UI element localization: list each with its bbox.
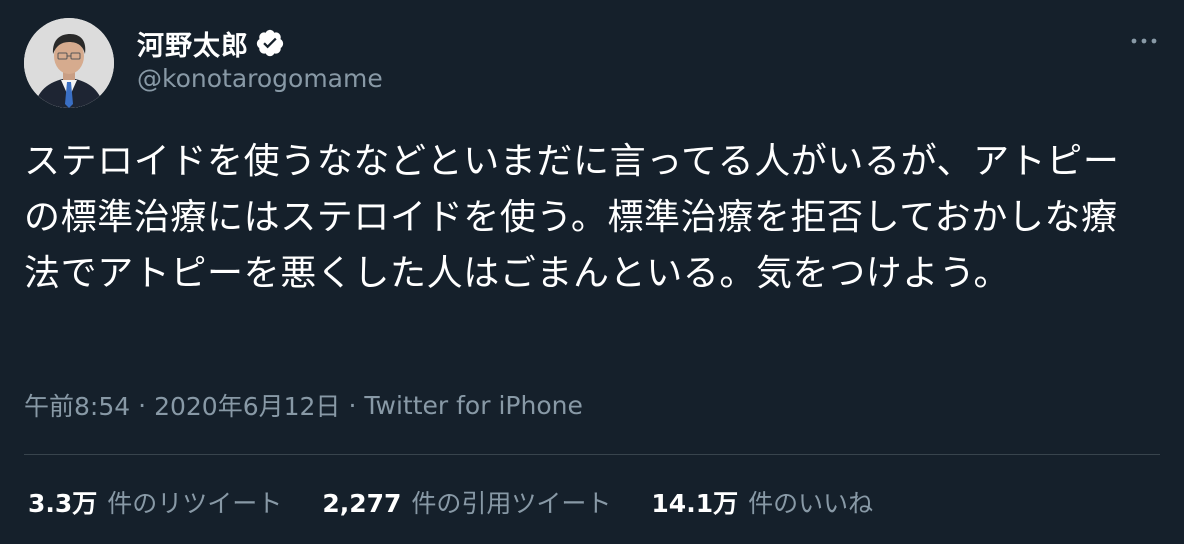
author-display-name[interactable]: 河野太郎: [137, 24, 249, 63]
tweet-card: 河野太郎 @konotarogomame ステロイドを使うななどといまだに言って…: [0, 0, 1184, 544]
verified-badge-icon: [255, 28, 285, 58]
more-options-icon[interactable]: [1126, 26, 1162, 56]
retweets-stat[interactable]: 3.3万 件のリツイート: [28, 484, 282, 520]
author-name-row: 河野太郎: [137, 24, 285, 62]
tweet-date[interactable]: 2020年6月12日: [154, 387, 340, 423]
avatar[interactable]: [24, 18, 114, 108]
tweet-time[interactable]: 午前8:54: [24, 387, 130, 423]
tweet-text: ステロイドを使うななどといまだに言ってる人がいるが、アトピーの標準治療にはステロ…: [24, 141, 1120, 294]
retweets-label: 件のリツイート: [107, 489, 283, 518]
likes-count: 14.1万: [651, 489, 739, 518]
quotes-label: 件の引用ツイート: [411, 489, 612, 518]
meta-separator: ·: [348, 390, 357, 420]
quotes-stat[interactable]: 2,277 件の引用ツイート: [322, 484, 611, 520]
retweets-count: 3.3万: [28, 489, 98, 518]
meta-separator: ·: [138, 390, 147, 420]
avatar-image: [24, 18, 114, 108]
divider: [24, 454, 1160, 455]
likes-label: 件のいいね: [748, 489, 874, 518]
tweet-stats: 3.3万 件のリツイート 2,277 件の引用ツイート 14.1万 件のいいね: [28, 484, 913, 520]
tweet-source-link[interactable]: Twitter for iPhone: [364, 391, 582, 420]
author-handle[interactable]: @konotarogomame: [137, 64, 383, 93]
likes-stat[interactable]: 14.1万 件のいいね: [651, 484, 873, 520]
quotes-count: 2,277: [322, 489, 402, 518]
tweet-meta: 午前8:54 · 2020年6月12日 · Twitter for iPhone: [24, 388, 583, 422]
